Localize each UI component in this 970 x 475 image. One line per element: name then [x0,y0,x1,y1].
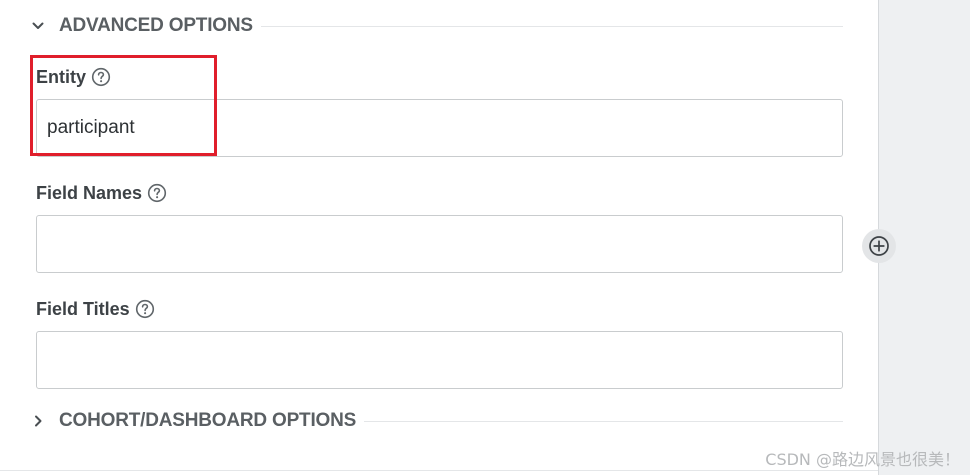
help-icon[interactable] [135,299,155,319]
field-names-label-text: Field Names [36,182,143,203]
chevron-down-icon [30,18,46,34]
entity-label: Entity [36,66,111,88]
field-titles-label: Field Titles [36,298,155,320]
section-divider [260,25,843,27]
field-titles-input[interactable] [36,331,843,389]
advanced-options-title: ADVANCED OPTIONS [59,15,253,36]
entity-input[interactable] [36,99,843,157]
help-icon[interactable] [147,183,167,203]
field-titles-label-text: Field Titles [36,298,130,319]
cohort-dashboard-options-title: COHORT/DASHBOARD OPTIONS [59,410,357,431]
chevron-right-icon [30,413,46,429]
add-field-button[interactable] [862,229,896,263]
section-divider [364,420,843,422]
cohort-dashboard-options-header[interactable]: COHORT/DASHBOARD OPTIONS [30,409,843,433]
bottom-divider [0,470,878,471]
field-names-input[interactable] [36,215,843,273]
help-icon[interactable] [91,67,111,87]
field-names-label: Field Names [36,182,167,204]
plus-circle-icon [868,235,890,257]
watermark: CSDN @路边风景也很美！ [765,450,960,469]
advanced-options-header[interactable]: ADVANCED OPTIONS [30,14,843,38]
entity-label-text: Entity [36,66,87,87]
